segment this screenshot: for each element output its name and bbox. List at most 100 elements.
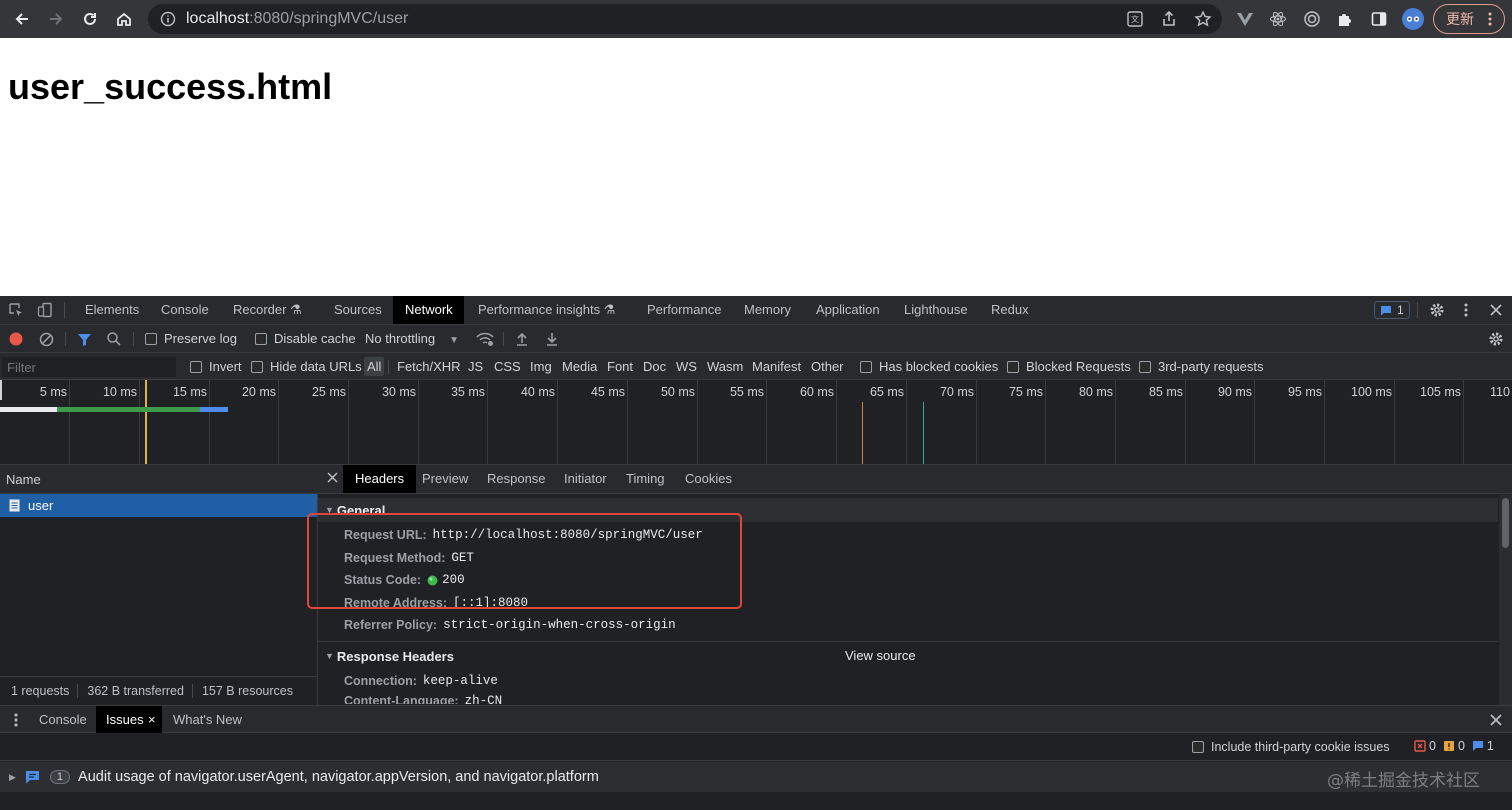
home-icon[interactable] <box>108 3 140 35</box>
search-icon[interactable] <box>106 331 122 347</box>
request-name: user <box>28 498 54 513</box>
type-filter-wasm[interactable]: Wasm <box>707 359 743 374</box>
issue-row[interactable]: ▶ 1 Audit usage of navigator.userAgent, … <box>0 762 1512 792</box>
settings-gear-icon[interactable] <box>1429 302 1445 318</box>
bookmark-star-icon[interactable] <box>1187 3 1219 35</box>
view-source-link[interactable]: View source <box>845 648 916 663</box>
tab-performance-insights[interactable]: Performance insights ⚗ <box>466 296 627 324</box>
tab-application[interactable]: Application <box>804 296 892 324</box>
close-details-icon[interactable] <box>327 472 338 483</box>
type-filter-css[interactable]: CSS <box>494 359 521 374</box>
extensions-puzzle-icon[interactable] <box>1329 3 1361 35</box>
tab-elements[interactable]: Elements <box>73 296 151 324</box>
checkbox[interactable] <box>145 333 157 345</box>
info-icon[interactable] <box>160 11 176 27</box>
drawer-tab-console[interactable]: Console <box>27 706 99 734</box>
tab-network[interactable]: Network <box>393 296 464 324</box>
tab-headers[interactable]: Headers <box>343 465 417 493</box>
translate-icon[interactable]: 文 <box>1119 3 1151 35</box>
timeline-tick: 15 ms <box>172 385 207 399</box>
disable-cache-checkbox[interactable]: Disable cache <box>255 331 356 346</box>
header-row-referrer-policy[interactable]: Referrer Policy: strict-origin-when-cross… <box>344 615 676 635</box>
type-filter-js[interactable]: JS <box>468 359 483 374</box>
type-filter-manifest[interactable]: Manifest <box>752 359 801 374</box>
network-settings-gear-icon[interactable] <box>1488 331 1504 347</box>
issues-counter-button[interactable]: 1 <box>1374 301 1410 319</box>
issue-counts[interactable]: 0 0 1 <box>1414 739 1494 753</box>
drawer-menu-icon[interactable] <box>14 713 18 727</box>
target-extension-icon[interactable] <box>1296 3 1328 35</box>
type-filter-media[interactable]: Media <box>562 359 597 374</box>
tab-memory[interactable]: Memory <box>732 296 803 324</box>
expand-arrow-icon[interactable]: ▶ <box>9 772 16 783</box>
preserve-log-checkbox[interactable]: Preserve log <box>145 331 237 346</box>
export-har-icon[interactable] <box>545 331 559 347</box>
tab-preview[interactable]: Preview <box>410 465 480 493</box>
third-party-requests-checkbox[interactable]: 3rd-party requests <box>1139 359 1264 374</box>
tab-timing[interactable]: Timing <box>614 465 677 493</box>
include-third-party-checkbox[interactable]: Include third-party cookie issues <box>1192 740 1390 754</box>
import-har-icon[interactable] <box>515 331 529 347</box>
side-panel-icon[interactable] <box>1363 3 1395 35</box>
share-icon[interactable] <box>1153 3 1185 35</box>
type-filter-img[interactable]: Img <box>530 359 552 374</box>
tab-performance[interactable]: Performance <box>635 296 733 324</box>
checkbox[interactable] <box>190 361 202 373</box>
type-filter-all[interactable]: All <box>364 357 385 376</box>
type-filter-font[interactable]: Font <box>607 359 633 374</box>
profile-avatar-icon[interactable] <box>1397 3 1429 35</box>
header-key: Referrer Policy: <box>344 618 438 632</box>
has-blocked-cookies-checkbox[interactable]: Has blocked cookies <box>860 359 998 374</box>
checkbox[interactable] <box>251 361 263 373</box>
back-icon[interactable] <box>6 3 38 35</box>
tab-initiator[interactable]: Initiator <box>552 465 619 493</box>
drawer-tab-issues[interactable]: Issues × <box>96 706 162 734</box>
tab-sources[interactable]: Sources <box>322 296 394 324</box>
tab-recorder[interactable]: Recorder ⚗ <box>221 296 314 324</box>
reload-icon[interactable] <box>74 3 106 35</box>
filter-funnel-icon[interactable] <box>77 332 92 347</box>
tab-console[interactable]: Console <box>149 296 221 324</box>
network-conditions-icon[interactable] <box>476 331 494 347</box>
type-filter-other[interactable]: Other <box>811 359 844 374</box>
tab-cookies[interactable]: Cookies <box>673 465 744 493</box>
inspect-element-icon[interactable] <box>8 302 24 318</box>
has-blocked-cookies-label: Has blocked cookies <box>879 359 999 374</box>
device-toolbar-icon[interactable] <box>37 302 53 318</box>
tab-response[interactable]: Response <box>475 465 558 493</box>
close-tab-icon[interactable]: × <box>148 706 156 734</box>
clear-icon[interactable] <box>39 332 54 347</box>
type-filter-ws[interactable]: WS <box>676 359 697 374</box>
column-header-name[interactable]: Name <box>0 465 318 494</box>
address-bar[interactable]: localhost:8080/springMVC/user <box>148 4 1222 34</box>
scrollbar-thumb[interactable] <box>1502 498 1509 548</box>
checkbox[interactable] <box>1007 361 1019 373</box>
tab-redux[interactable]: Redux <box>979 296 1041 324</box>
header-row-content-language[interactable]: Content-Language: zh-CN <box>344 694 502 704</box>
request-row-user[interactable]: user <box>0 494 317 517</box>
type-filter-doc[interactable]: Doc <box>643 359 666 374</box>
header-key: Connection: <box>344 674 417 688</box>
checkbox[interactable] <box>860 361 872 373</box>
type-filter-fetch-xhr[interactable]: Fetch/XHR <box>397 359 461 374</box>
vue-devtools-icon[interactable] <box>1229 3 1261 35</box>
tab-lighthouse[interactable]: Lighthouse <box>892 296 980 324</box>
forward-icon[interactable] <box>40 3 72 35</box>
blocked-requests-checkbox[interactable]: Blocked Requests <box>1007 359 1131 374</box>
record-stop-icon[interactable] <box>9 332 23 346</box>
header-row-connection[interactable]: Connection: keep-alive <box>344 671 498 691</box>
close-devtools-icon[interactable] <box>1489 303 1503 317</box>
update-button[interactable]: 更新 <box>1433 4 1505 34</box>
hide-data-urls-checkbox[interactable]: Hide data URLs <box>251 359 362 374</box>
filter-input[interactable] <box>2 357 176 377</box>
checkbox[interactable] <box>1192 741 1204 753</box>
checkbox[interactable] <box>1139 361 1151 373</box>
invert-checkbox[interactable]: Invert <box>190 359 242 374</box>
more-options-icon[interactable] <box>1464 303 1468 317</box>
close-drawer-icon[interactable] <box>1489 713 1503 727</box>
react-devtools-icon[interactable] <box>1262 3 1294 35</box>
checkbox[interactable] <box>255 333 267 345</box>
grid-line <box>418 380 419 464</box>
throttling-select[interactable]: No throttling ▼ <box>365 331 459 346</box>
drawer-tab-whats-new[interactable]: What's New <box>161 706 254 734</box>
